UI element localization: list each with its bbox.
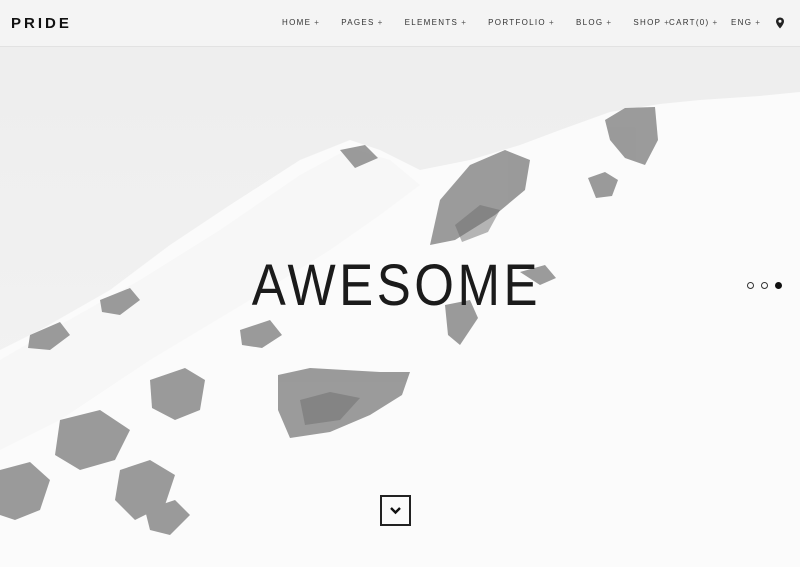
nav-item-pages[interactable]: PAGES + — [341, 18, 383, 27]
nav-item-label: HOME — [282, 18, 312, 27]
plus-icon: + — [755, 18, 762, 27]
main-nav: HOME + PAGES + ELEMENTS + PORTFOLIO + BLOG + … — [282, 18, 691, 27]
nav-item-home[interactable]: HOME + — [282, 18, 320, 27]
slider-dot-3-active[interactable] — [775, 282, 782, 289]
plus-icon: + — [606, 18, 613, 27]
language-label: ENG — [731, 18, 753, 27]
map-pin-icon[interactable] — [775, 17, 785, 29]
scroll-down-button[interactable] — [380, 495, 411, 526]
nav-item-blog[interactable]: BLOG + — [576, 18, 612, 27]
nav-item-portfolio[interactable]: PORTFOLIO + — [488, 18, 555, 27]
nav-item-label: ELEMENTS — [404, 18, 459, 27]
slider-pagination — [747, 282, 789, 289]
plus-icon: + — [377, 18, 384, 27]
nav-item-label: BLOG — [575, 18, 604, 27]
plus-icon: + — [461, 18, 468, 27]
brand-logo[interactable]: PRIDE — [11, 15, 72, 32]
nav-item-elements[interactable]: ELEMENTS + — [405, 18, 468, 27]
cart-link[interactable]: CART(0) + — [669, 18, 719, 27]
chevron-down-icon — [390, 507, 401, 515]
nav-item-shop[interactable]: SHOP + — [633, 18, 670, 27]
cart-label: CART(0) — [669, 18, 710, 27]
plus-icon: + — [314, 18, 321, 27]
plus-icon: + — [548, 18, 555, 27]
hero-headline: AWESOME — [251, 253, 542, 318]
nav-item-label: SHOP — [633, 18, 662, 27]
language-selector[interactable]: ENG + — [731, 18, 761, 27]
plus-icon: + — [712, 18, 719, 27]
nav-item-label: PORTFOLIO — [488, 18, 546, 27]
nav-item-label: PAGES — [341, 18, 375, 27]
slider-dot-2[interactable] — [761, 282, 768, 289]
slider-dot-1[interactable] — [747, 282, 754, 289]
top-navigation-bar: PRIDE HOME + PAGES + ELEMENTS + PORTFOLIO + … — [0, 0, 800, 47]
